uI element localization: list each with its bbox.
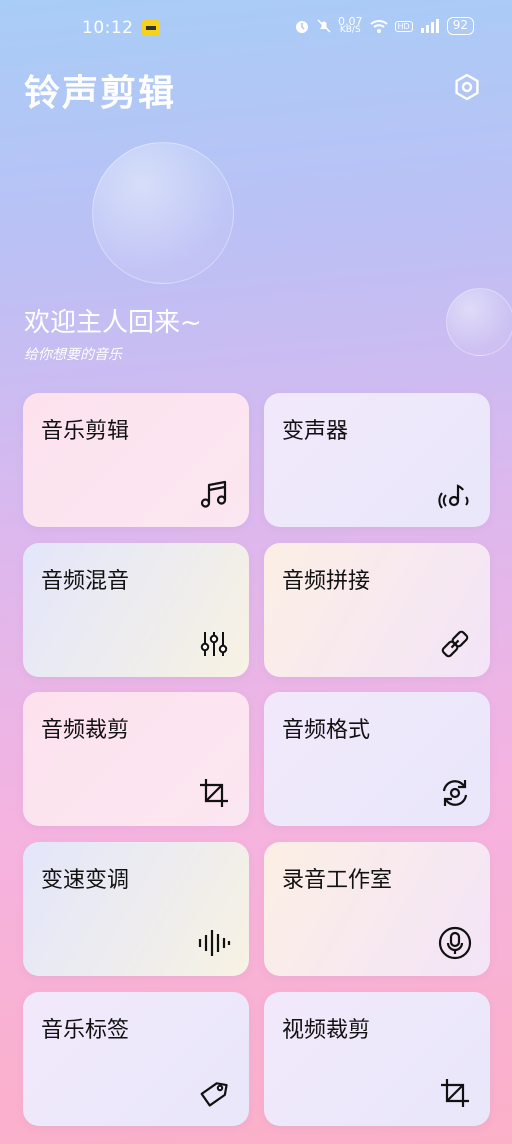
welcome-greeting: 欢迎主人回来~ — [24, 308, 202, 338]
card-label: 音频混音 — [41, 569, 130, 594]
gear-icon — [455, 73, 479, 101]
card-speed-pitch[interactable]: 变速变调 — [23, 842, 249, 976]
crop-icon — [197, 776, 231, 810]
signal-icon — [420, 19, 439, 33]
page-title: 铃声剪辑 — [24, 73, 177, 114]
card-voice-changer[interactable]: 变声器 — [264, 393, 490, 527]
link-icon — [438, 627, 472, 661]
crop-icon — [438, 1076, 472, 1110]
card-label: 录音工作室 — [282, 868, 393, 893]
notification-app-icon — [142, 20, 160, 36]
welcome-subtitle: 给你想要的音乐 — [24, 347, 122, 363]
network-speed: 0.07 KB/S — [338, 16, 363, 35]
card-audio-trim[interactable]: 音频裁剪 — [23, 692, 249, 826]
status-bar: 10:12 0.07 KB/S HD 92 — [0, 0, 512, 58]
card-label: 音频裁剪 — [41, 718, 130, 743]
status-icons: 0.07 KB/S HD 92 — [294, 16, 474, 35]
music-note-icon — [197, 477, 231, 511]
format-convert-icon — [438, 776, 472, 810]
card-label: 音乐标签 — [41, 1018, 130, 1043]
battery-indicator: 92 — [446, 17, 474, 35]
decorative-bubble — [92, 142, 234, 284]
decorative-bubble — [446, 288, 512, 356]
wifi-icon — [369, 20, 388, 33]
hd-badge: HD — [394, 20, 413, 32]
card-audio-format[interactable]: 音频格式 — [264, 692, 490, 826]
card-music-tag[interactable]: 音乐标签 — [23, 992, 249, 1126]
card-video-trim[interactable]: 视频裁剪 — [264, 992, 490, 1126]
waveform-icon — [197, 926, 231, 960]
card-recording-studio[interactable]: 录音工作室 — [264, 842, 490, 976]
settings-button[interactable] — [452, 72, 482, 102]
card-label: 音乐剪辑 — [41, 419, 130, 444]
card-audio-join[interactable]: 音频拼接 — [264, 543, 490, 677]
card-music-edit[interactable]: 音乐剪辑 — [23, 393, 249, 527]
net-speed-unit: KB/S — [339, 25, 361, 35]
tag-icon — [197, 1076, 231, 1110]
mute-icon — [317, 19, 331, 33]
microphone-icon — [438, 926, 472, 960]
card-label: 变声器 — [282, 419, 349, 444]
card-audio-mix[interactable]: 音频混音 — [23, 543, 249, 677]
card-label: 音频格式 — [282, 718, 371, 743]
voice-changer-icon — [438, 477, 472, 511]
card-label: 视频裁剪 — [282, 1018, 371, 1043]
alarm-icon — [296, 21, 309, 33]
equalizer-icon — [197, 627, 231, 661]
card-label: 音频拼接 — [282, 569, 371, 594]
card-label: 变速变调 — [41, 868, 130, 893]
status-time: 10:12 — [82, 18, 134, 38]
